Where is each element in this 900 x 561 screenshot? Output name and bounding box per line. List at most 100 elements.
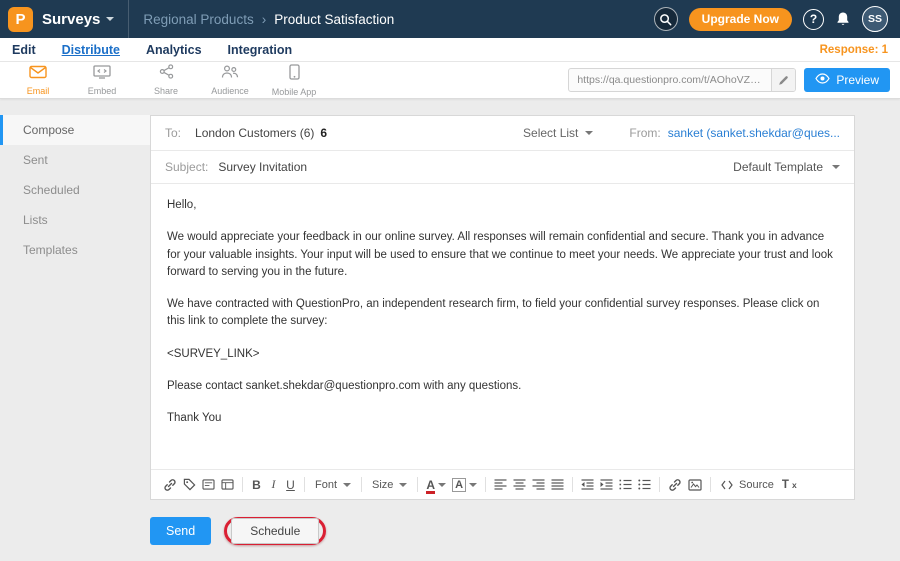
sidebar-item-compose[interactable]: Compose: [0, 115, 150, 145]
select-list-dropdown[interactable]: Select List: [523, 126, 593, 140]
body-paragraph: We would appreciate your feedback in our…: [167, 229, 838, 281]
sidebar-item-templates[interactable]: Templates: [0, 235, 150, 265]
breadcrumb-parent[interactable]: Regional Products: [143, 12, 253, 27]
tab-integration[interactable]: Integration: [228, 43, 293, 57]
distribute-item-share[interactable]: Share: [134, 64, 198, 96]
avatar[interactable]: SS: [862, 6, 888, 32]
toolbar-divider: [417, 477, 418, 492]
chevron-down-icon: [832, 165, 840, 169]
survey-tabbar: Edit Distribute Analytics Integration Re…: [0, 38, 900, 62]
color-swatch: [426, 491, 435, 494]
compose-card: To: London Customers (6) 6 Select List F…: [150, 115, 855, 500]
product-name: Surveys: [42, 11, 100, 28]
from-label: From:: [629, 126, 660, 140]
to-list-name: London Customers (6): [195, 126, 314, 140]
background-color-button[interactable]: A: [449, 475, 480, 495]
survey-url-field: https://qa.questionpro.com/t/AOhoVZfqml: [568, 68, 796, 92]
upgrade-button[interactable]: Upgrade Now: [689, 8, 792, 31]
outdent-button[interactable]: [578, 475, 597, 495]
send-button[interactable]: Send: [150, 517, 211, 545]
editor-toolbar: B I U Font Size A A: [151, 469, 854, 499]
toolbar-divider: [659, 477, 660, 492]
logo-letter: P: [15, 11, 25, 28]
tab-analytics[interactable]: Analytics: [146, 43, 202, 57]
underline-button[interactable]: U: [282, 475, 299, 495]
toolbar-divider: [361, 477, 362, 492]
unordered-list-button[interactable]: [635, 475, 654, 495]
body-paragraph: Hello,: [167, 197, 838, 214]
template-icon[interactable]: [218, 475, 237, 495]
search-icon[interactable]: [654, 7, 678, 31]
indent-button[interactable]: [597, 475, 616, 495]
bell-icon[interactable]: [835, 11, 851, 27]
product-switcher[interactable]: Surveys: [42, 11, 114, 28]
sidebar-item-lists[interactable]: Lists: [0, 205, 150, 235]
action-row: Send Schedule: [150, 517, 855, 545]
ordered-list-button[interactable]: [616, 475, 635, 495]
text-color-button[interactable]: A: [423, 475, 449, 495]
tab-distribute[interactable]: Distribute: [62, 43, 120, 57]
topbar-divider: [128, 0, 129, 38]
from-sender-dropdown[interactable]: sanket (sanket.shekdar@ques...: [668, 126, 840, 140]
subject-row: Subject: Survey Invitation Default Templ…: [151, 151, 854, 184]
topbar: P Surveys Regional Products › Product Sa…: [0, 0, 900, 38]
to-recipient-count: 6: [320, 126, 327, 140]
sidebar-item-sent[interactable]: Sent: [0, 145, 150, 175]
insert-image-icon[interactable]: [685, 475, 705, 495]
italic-button[interactable]: I: [265, 475, 282, 495]
envelope-icon: [29, 65, 47, 84]
preview-button[interactable]: Preview: [804, 68, 890, 92]
sidebar-item-scheduled[interactable]: Scheduled: [0, 175, 150, 205]
email-body-editor[interactable]: Hello, We would appreciate your feedback…: [151, 184, 854, 469]
help-icon[interactable]: ?: [803, 9, 824, 30]
align-justify-button[interactable]: [548, 475, 567, 495]
body-paragraph: Thank You: [167, 410, 838, 427]
toolbar-divider: [242, 477, 243, 492]
toolbar-divider: [485, 477, 486, 492]
content: Compose Sent Scheduled Lists Templates T…: [0, 99, 900, 561]
email-sidebar: Compose Sent Scheduled Lists Templates: [0, 115, 150, 561]
mobile-icon: [289, 64, 300, 85]
response-count: Response: 1: [820, 44, 888, 56]
placeholder-icon[interactable]: [199, 475, 218, 495]
distribute-item-mobile-app[interactable]: Mobile App: [262, 64, 326, 97]
link-icon[interactable]: [160, 475, 180, 495]
toolbar-divider: [572, 477, 573, 492]
chevron-down-icon: [343, 483, 351, 487]
body-paragraph: Please contact sanket.shekdar@questionpr…: [167, 378, 838, 395]
source-button[interactable]: Source: [716, 475, 779, 495]
compose-panel: To: London Customers (6) 6 Select List F…: [150, 115, 855, 561]
size-select[interactable]: Size: [367, 475, 412, 495]
subject-label: Subject:: [165, 160, 208, 174]
to-row: To: London Customers (6) 6 Select List F…: [151, 116, 854, 151]
code-icon: [721, 480, 733, 490]
share-icon: [159, 64, 174, 84]
chevron-down-icon: [438, 483, 446, 487]
align-center-button[interactable]: [510, 475, 529, 495]
questionpro-logo[interactable]: P: [8, 7, 33, 32]
remove-format-button[interactable]: Tx: [779, 475, 800, 495]
audience-icon: [221, 64, 239, 84]
schedule-button[interactable]: Schedule: [231, 518, 319, 544]
chevron-down-icon: [585, 131, 593, 135]
align-right-button[interactable]: [529, 475, 548, 495]
tab-edit[interactable]: Edit: [12, 43, 36, 57]
insert-link-icon[interactable]: [665, 475, 685, 495]
tag-icon[interactable]: [180, 475, 199, 495]
bold-button[interactable]: B: [248, 475, 265, 495]
survey-url-text[interactable]: https://qa.questionpro.com/t/AOhoVZfqml: [569, 74, 771, 86]
font-select[interactable]: Font: [310, 475, 356, 495]
align-left-button[interactable]: [491, 475, 510, 495]
embed-icon: [93, 65, 111, 84]
template-dropdown[interactable]: Default Template: [733, 160, 840, 174]
body-paragraph: <SURVEY_LINK>: [167, 346, 838, 363]
eye-icon: [815, 73, 830, 87]
distribute-item-embed[interactable]: Embed: [70, 65, 134, 96]
distribute-item-audience[interactable]: Audience: [198, 64, 262, 96]
toolbar-divider: [304, 477, 305, 492]
body-paragraph: We have contracted with QuestionPro, an …: [167, 296, 838, 331]
pencil-icon[interactable]: [771, 69, 795, 91]
distribute-toolbar: Email Embed Share Audience Mobile App ht…: [0, 62, 900, 99]
distribute-item-email[interactable]: Email: [6, 65, 70, 96]
subject-input[interactable]: Survey Invitation: [218, 160, 307, 174]
